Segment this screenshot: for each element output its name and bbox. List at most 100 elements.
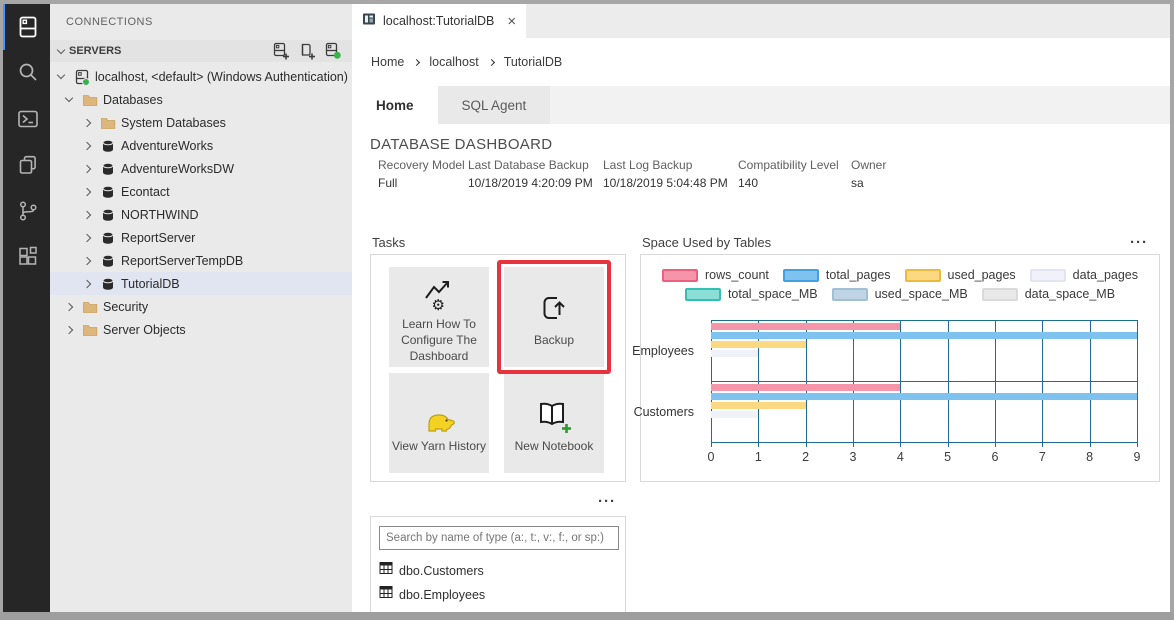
new-server-group-icon[interactable] — [298, 42, 316, 60]
active-connections-icon[interactable] — [324, 42, 342, 60]
connections-icon[interactable] — [3, 4, 50, 50]
dashboard-content: DATABASE DASHBOARD Recovery ModelFullLas… — [352, 124, 1170, 612]
bar-used_pages-customers — [711, 402, 806, 409]
ellipsis-icon[interactable]: ··· — [598, 497, 616, 507]
terminal-icon[interactable] — [3, 96, 50, 142]
task-tile-label: Backup — [506, 332, 602, 348]
chevron-right-icon[interactable] — [83, 210, 91, 218]
tree-item-adventureworksdw[interactable]: AdventureWorksDW — [50, 157, 352, 180]
chevron-right-icon[interactable] — [83, 279, 91, 287]
tree-item-security[interactable]: Security — [50, 295, 352, 318]
chevron-right-icon[interactable] — [83, 187, 91, 195]
tree-item-label: localhost, <default> (Windows Authentica… — [95, 70, 348, 84]
property-last-database-backup: Last Database Backup 10/18/2019 4:20:09 P… — [468, 158, 603, 190]
chevron-right-icon[interactable] — [83, 256, 91, 264]
tree-item-system-databases[interactable]: System Databases — [50, 111, 352, 134]
configure-dashboard-icon: ⚙ — [419, 270, 459, 312]
chart-gridline — [900, 320, 901, 447]
legend-label: rows_count — [705, 268, 769, 282]
tree-item-econtact[interactable]: Econtact — [50, 180, 352, 203]
chevron-right-icon[interactable] — [65, 325, 73, 333]
chart-axis-line — [711, 381, 1137, 382]
property-owner: Ownersa — [851, 158, 911, 190]
legend-label: data_space_MB — [1025, 287, 1115, 301]
property-compatibility-level: Compatibility Level140 — [738, 158, 851, 190]
property-value: 10/18/2019 4:20:09 PM — [468, 176, 603, 190]
search-result-dbo-customers[interactable]: dbo.Customers — [379, 561, 484, 580]
notebooks-icon[interactable] — [3, 142, 50, 188]
tree-item-label: AdventureWorks — [121, 139, 213, 153]
legend-item-total_pages: total_pages — [783, 268, 891, 282]
window-bottom-border — [0, 612, 1174, 620]
chevron-right-icon[interactable] — [83, 164, 91, 172]
chevron-right-icon[interactable] — [65, 302, 73, 310]
tab-localhost-tutorialdb[interactable]: localhost:TutorialDB × — [352, 4, 526, 38]
tasks-widget: ⚙Learn How To Configure The Dashboard Bac… — [370, 254, 626, 482]
tree-item-reportservertempdb[interactable]: ReportServerTempDB — [50, 249, 352, 272]
tree-item-label: AdventureWorksDW — [121, 162, 234, 176]
breadcrumb-item-localhost[interactable]: localhost — [429, 55, 478, 69]
search-result-label: dbo.Customers — [399, 564, 484, 578]
chevron-right-icon[interactable] — [83, 118, 91, 126]
chart-gridline — [995, 320, 996, 447]
source-control-icon[interactable] — [3, 188, 50, 234]
tab-sql-agent[interactable]: SQL Agent — [438, 86, 551, 124]
task-tile-new-notebook[interactable]: New Notebook — [504, 373, 604, 473]
server-tree: localhost, <default> (Windows Authentica… — [50, 65, 352, 341]
legend-label: total_pages — [826, 268, 891, 282]
chart-plot-area — [711, 320, 1137, 442]
property-label: Last Database Backup — [468, 158, 603, 172]
chevron-down-icon[interactable] — [57, 71, 65, 79]
chart-legend: rows_counttotal_pagesused_pagesdata_page… — [641, 268, 1159, 301]
ellipsis-icon[interactable]: ··· — [1130, 238, 1148, 248]
servers-actions — [272, 42, 342, 60]
servers-section-header[interactable]: SERVERS — [50, 40, 352, 62]
close-icon[interactable]: × — [507, 13, 516, 30]
tree-item-label: ReportServerTempDB — [121, 254, 243, 268]
tab-home[interactable]: Home — [352, 86, 438, 124]
chevron-down-icon[interactable] — [65, 94, 73, 102]
chevron-right-icon[interactable] — [83, 141, 91, 149]
legend-swatch — [1030, 269, 1066, 282]
search-icon[interactable] — [3, 50, 50, 96]
chevron-down-icon — [57, 45, 65, 53]
bar-used_pages-employees — [711, 341, 806, 348]
server-icon — [74, 69, 90, 85]
search-result-dbo-employees[interactable]: dbo.Employees — [379, 585, 485, 604]
y-axis-label-employees: Employees — [641, 320, 703, 381]
editor-tabstrip: localhost:TutorialDB × — [352, 4, 1170, 38]
tree-item-tutorialdb[interactable]: TutorialDB — [50, 272, 352, 295]
tree-item-databases[interactable]: Databases — [50, 88, 352, 111]
bar-data_pages-employees — [711, 350, 758, 357]
tree-item-localhost[interactable]: localhost, <default> (Windows Authentica… — [50, 65, 352, 88]
property-value: Full — [378, 176, 468, 190]
search-input[interactable] — [379, 526, 619, 550]
task-tile-backup[interactable]: Backup — [504, 267, 604, 367]
space-used-widget: rows_counttotal_pagesused_pagesdata_page… — [640, 254, 1160, 482]
extensions-icon[interactable] — [3, 234, 50, 280]
x-tick-label: 4 — [897, 450, 904, 464]
x-tick-label: 7 — [1039, 450, 1046, 464]
breadcrumb-chevron-icon — [413, 58, 420, 65]
tree-item-adventureworks[interactable]: AdventureWorks — [50, 134, 352, 157]
dashboard-tab-icon — [362, 12, 376, 31]
new-connection-icon[interactable] — [272, 42, 290, 60]
dashboard-page-tabs: HomeSQL Agent — [352, 86, 1170, 124]
x-tick-label: 6 — [992, 450, 999, 464]
task-tile-learn-how-to-configure-t[interactable]: ⚙Learn How To Configure The Dashboard — [389, 267, 489, 367]
task-tile-label: View Yarn History — [391, 438, 487, 454]
x-tick-label: 8 — [1086, 450, 1093, 464]
tree-item-reportserver[interactable]: ReportServer — [50, 226, 352, 249]
chart-x-axis: 0123456789 — [711, 450, 1137, 466]
database-icon — [100, 207, 116, 223]
breadcrumb-chevron-icon — [488, 58, 495, 65]
app-window: CONNECTIONS SERVERS localhost, <default>… — [3, 4, 1170, 612]
tree-item-northwind[interactable]: NORTHWIND — [50, 203, 352, 226]
chevron-right-icon[interactable] — [83, 233, 91, 241]
task-tile-view-yarn-history[interactable]: View Yarn History — [389, 373, 489, 473]
breadcrumb-item-tutorialdb[interactable]: TutorialDB — [504, 55, 563, 69]
legend-item-rows_count: rows_count — [662, 268, 769, 282]
property-value: 140 — [738, 176, 851, 190]
breadcrumb-item-home[interactable]: Home — [371, 55, 404, 69]
tree-item-server-objects[interactable]: Server Objects — [50, 318, 352, 341]
